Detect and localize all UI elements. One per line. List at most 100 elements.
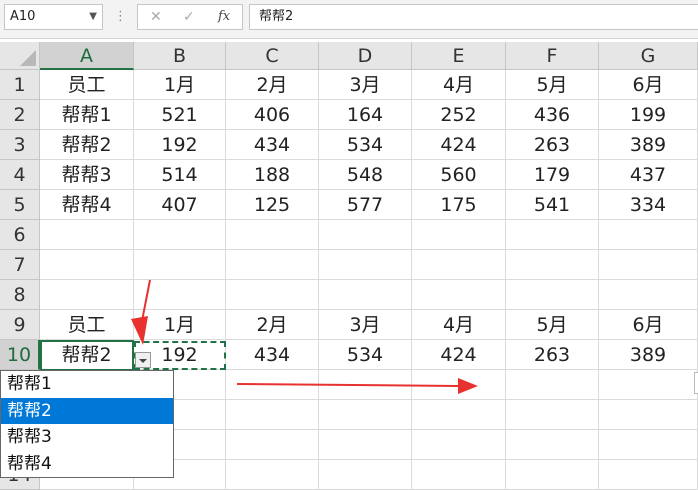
cell-e4[interactable]: 560 [412, 160, 506, 190]
cell-f7[interactable] [506, 250, 599, 280]
dropdown-item[interactable]: 帮帮1 [1, 371, 173, 398]
cell-a6[interactable] [40, 220, 134, 250]
dropdown-item[interactable]: 帮帮2 [1, 397, 173, 424]
cell-b7[interactable] [134, 250, 226, 280]
insert-function-icon[interactable]: fx [218, 5, 230, 29]
cell-a9[interactable]: 员工 [40, 310, 134, 340]
enter-icon[interactable]: ✓ [183, 5, 195, 29]
cell-g7[interactable] [599, 250, 698, 280]
cancel-icon[interactable]: ✕ [150, 5, 162, 29]
cell-g14[interactable] [599, 460, 698, 490]
column-header-d[interactable]: D [319, 42, 412, 70]
row-header-3[interactable]: 3 [0, 130, 40, 160]
row-header-2[interactable]: 2 [0, 100, 40, 130]
cell-a4[interactable]: 帮帮3 [40, 160, 134, 190]
cell-g10[interactable]: 389 [599, 340, 698, 370]
row-header-6[interactable]: 6 [0, 220, 40, 250]
column-header-g[interactable]: G [599, 42, 698, 70]
cell-f10[interactable]: 263 [506, 340, 599, 370]
cell-e8[interactable] [412, 280, 506, 310]
cell-f4[interactable]: 179 [506, 160, 599, 190]
cell-g11[interactable] [599, 370, 698, 400]
cell-c5[interactable]: 125 [226, 190, 319, 220]
cell-a2[interactable]: 帮帮1 [40, 100, 134, 130]
cell-b2[interactable]: 521 [134, 100, 226, 130]
cell-d10[interactable]: 534 [319, 340, 412, 370]
column-header-c[interactable]: C [226, 42, 319, 70]
cell-e9[interactable]: 4月 [412, 310, 506, 340]
cell-c12[interactable] [226, 400, 319, 430]
cell-e14[interactable] [412, 460, 506, 490]
dropdown-item[interactable]: 帮帮3 [1, 424, 173, 451]
row-header-9[interactable]: 9 [0, 310, 40, 340]
cell-g8[interactable] [599, 280, 698, 310]
cell-g9[interactable]: 6月 [599, 310, 698, 340]
row-header-1[interactable]: 1 [0, 70, 40, 100]
cell-c6[interactable] [226, 220, 319, 250]
cell-e2[interactable]: 252 [412, 100, 506, 130]
cell-f11[interactable] [506, 370, 599, 400]
cell-a1[interactable]: 员工 [40, 70, 134, 100]
cell-f13[interactable] [506, 430, 599, 460]
cell-e12[interactable] [412, 400, 506, 430]
cell-f1[interactable]: 5月 [506, 70, 599, 100]
cell-c13[interactable] [226, 430, 319, 460]
select-all-button[interactable] [0, 42, 40, 70]
paste-options-marker[interactable] [694, 372, 698, 394]
row-header-7[interactable]: 7 [0, 250, 40, 280]
cell-g3[interactable]: 389 [599, 130, 698, 160]
cell-d13[interactable] [319, 430, 412, 460]
column-header-e[interactable]: E [412, 42, 506, 70]
cell-f14[interactable] [506, 460, 599, 490]
cell-e7[interactable] [412, 250, 506, 280]
cell-c10[interactable]: 434 [226, 340, 319, 370]
cell-f12[interactable] [506, 400, 599, 430]
cell-f6[interactable] [506, 220, 599, 250]
cell-b4[interactable]: 514 [134, 160, 226, 190]
cell-b3[interactable]: 192 [134, 130, 226, 160]
cell-g13[interactable] [599, 430, 698, 460]
cell-g6[interactable] [599, 220, 698, 250]
dropdown-arrow-icon[interactable] [135, 352, 151, 368]
cell-b6[interactable] [134, 220, 226, 250]
row-header-5[interactable]: 5 [0, 190, 40, 220]
cell-e3[interactable]: 424 [412, 130, 506, 160]
cell-b8[interactable] [134, 280, 226, 310]
name-box[interactable]: A10 ▼ [4, 4, 103, 30]
cell-e11[interactable] [412, 370, 506, 400]
cell-d9[interactable]: 3月 [319, 310, 412, 340]
cell-c1[interactable]: 2月 [226, 70, 319, 100]
cell-e10[interactable]: 424 [412, 340, 506, 370]
cell-c8[interactable] [226, 280, 319, 310]
row-header-4[interactable]: 4 [0, 160, 40, 190]
cell-d12[interactable] [319, 400, 412, 430]
cell-c11[interactable] [226, 370, 319, 400]
row-header-8[interactable]: 8 [0, 280, 40, 310]
cell-a3[interactable]: 帮帮2 [40, 130, 134, 160]
cell-c9[interactable]: 2月 [226, 310, 319, 340]
cell-c7[interactable] [226, 250, 319, 280]
cell-a8[interactable] [40, 280, 134, 310]
cell-f9[interactable]: 5月 [506, 310, 599, 340]
cell-c4[interactable]: 188 [226, 160, 319, 190]
cell-g4[interactable]: 437 [599, 160, 698, 190]
cell-g1[interactable]: 6月 [599, 70, 698, 100]
cell-b1[interactable]: 1月 [134, 70, 226, 100]
cell-g5[interactable]: 334 [599, 190, 698, 220]
cell-g12[interactable] [599, 400, 698, 430]
cell-c14[interactable] [226, 460, 319, 490]
cell-a7[interactable] [40, 250, 134, 280]
cell-d2[interactable]: 164 [319, 100, 412, 130]
cell-g2[interactable]: 199 [599, 100, 698, 130]
cell-d7[interactable] [319, 250, 412, 280]
column-header-a[interactable]: A [40, 42, 134, 70]
cell-d1[interactable]: 3月 [319, 70, 412, 100]
cell-f5[interactable]: 541 [506, 190, 599, 220]
cell-b5[interactable]: 407 [134, 190, 226, 220]
cell-d5[interactable]: 577 [319, 190, 412, 220]
cell-a5[interactable]: 帮帮4 [40, 190, 134, 220]
cell-d3[interactable]: 534 [319, 130, 412, 160]
cell-d4[interactable]: 548 [319, 160, 412, 190]
formula-input[interactable]: 帮帮2 [249, 4, 698, 30]
cell-b9[interactable]: 1月 [134, 310, 226, 340]
